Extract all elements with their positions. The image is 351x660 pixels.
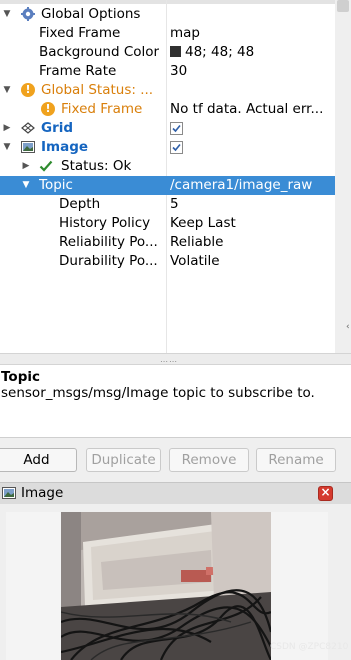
expand-arrow-icon[interactable]: ▼ [21,176,31,195]
tree-vertical-scrollbar[interactable] [335,0,351,353]
grid-icon [21,122,35,134]
tree-row-label: Global Status: ... [41,82,154,98]
image-icon [2,487,16,499]
tree-row-fixed-frame[interactable]: Fixed Frame map [0,24,335,43]
tree-row-global-options[interactable]: ▼ Global Options [0,5,335,24]
tree-row-label: Grid [41,120,74,136]
collapse-arrow-icon[interactable]: ▶ [2,119,12,138]
close-panel-button[interactable]: × [318,485,333,501]
image-panel-title: Image [21,485,64,501]
depth-value[interactable]: 5 [170,195,335,214]
tree-row-durability-policy[interactable]: Durability Po... Volatile [0,252,335,271]
remove-button[interactable]: Remove [169,448,249,472]
fixed-frame-value[interactable]: map [170,24,335,43]
tree-row-reliability-policy[interactable]: Reliability Po... Reliable [0,233,335,252]
tree-row-label: Fixed Frame [39,25,121,41]
panel-splitter[interactable]: ⋯⋯ [0,353,351,366]
scrollbar-thumb[interactable] [337,0,349,12]
background-color-value[interactable]: 48; 48; 48 [170,43,335,62]
duplicate-button[interactable]: Duplicate [86,448,161,472]
image-enable-checkbox[interactable] [170,141,183,154]
tree-row-global-status[interactable]: ▼ ! Global Status: ... [0,81,335,100]
tree-row-label: Frame Rate [39,63,117,79]
durability-policy-value[interactable]: Volatile [170,252,335,271]
tree-row-grid[interactable]: ▶ Grid [0,119,335,138]
warning-icon: ! [41,102,55,116]
tree-row-background-color[interactable]: Background Color 48; 48; 48 [0,43,335,62]
gear-icon [21,7,35,21]
description-text: sensor_msgs/msg/Image topic to subscribe… [1,385,315,401]
tree-row-label: Status: Ok [61,158,132,174]
add-button[interactable]: Add [0,448,77,472]
tree-row-label: Depth [59,196,101,212]
tree-row-status-fixed-frame[interactable]: ! Fixed Frame No tf data. Actual err... [0,100,335,119]
tree-row-label: History Policy [59,215,151,231]
tree-row-label: Reliability Po... [59,234,158,250]
tree-row-image[interactable]: ▼ Image [0,138,335,157]
tree-row-label: Background Color [39,44,160,60]
checkmark-icon [39,160,53,172]
watermark-text: CSDN @ZPC8210 [270,642,349,652]
topic-value[interactable]: /camera1/image_raw [170,176,335,195]
tree-row-topic[interactable]: ▼ Topic /camera1/image_raw [0,176,335,195]
displays-tree: ▼ Global Options Fixed Frame map Backgro… [0,0,335,353]
tree-row-label: Durability Po... [59,253,158,269]
expand-arrow-icon[interactable]: ▼ [2,5,12,24]
tree-row-label: Fixed Frame [61,101,143,117]
image-panel-header: Image × [0,482,351,504]
expand-arrow-icon[interactable]: ▼ [2,81,12,100]
camera-image-view [61,512,271,660]
expand-arrow-icon[interactable]: ▼ [2,138,12,157]
tree-row-label: Topic [39,177,73,193]
frame-rate-value[interactable]: 30 [170,62,335,81]
tree-row-frame-rate[interactable]: Frame Rate 30 [0,62,335,81]
tree-row-depth[interactable]: Depth 5 [0,195,335,214]
warning-icon: ! [21,83,35,97]
reliability-policy-value[interactable]: Reliable [170,233,335,252]
history-policy-value[interactable]: Keep Last [170,214,335,233]
description-title: Topic [1,369,40,385]
status-message-value: No tf data. Actual err... [170,101,324,117]
tree-header-strip [0,0,335,4]
image-icon [21,141,35,153]
tree-row-label: Image [41,139,89,155]
display-buttons-bar: Add Duplicate Remove Rename [0,442,351,478]
close-icon: × [320,485,331,499]
rename-button[interactable]: Rename [256,448,336,472]
collapse-arrow-icon[interactable]: ▶ [21,157,31,176]
background-color-text: 48; 48; 48 [185,44,255,60]
panel-resize-grip-icon[interactable]: ‹ [346,322,350,332]
tree-row-label: Global Options [41,6,141,22]
grid-enable-checkbox[interactable] [170,122,183,135]
property-description: Topic sensor_msgs/msg/Image topic to sub… [0,365,351,438]
tree-row-status-ok[interactable]: ▶ Status: Ok [0,157,335,176]
color-swatch [170,46,181,57]
tree-row-history-policy[interactable]: History Policy Keep Last [0,214,335,233]
